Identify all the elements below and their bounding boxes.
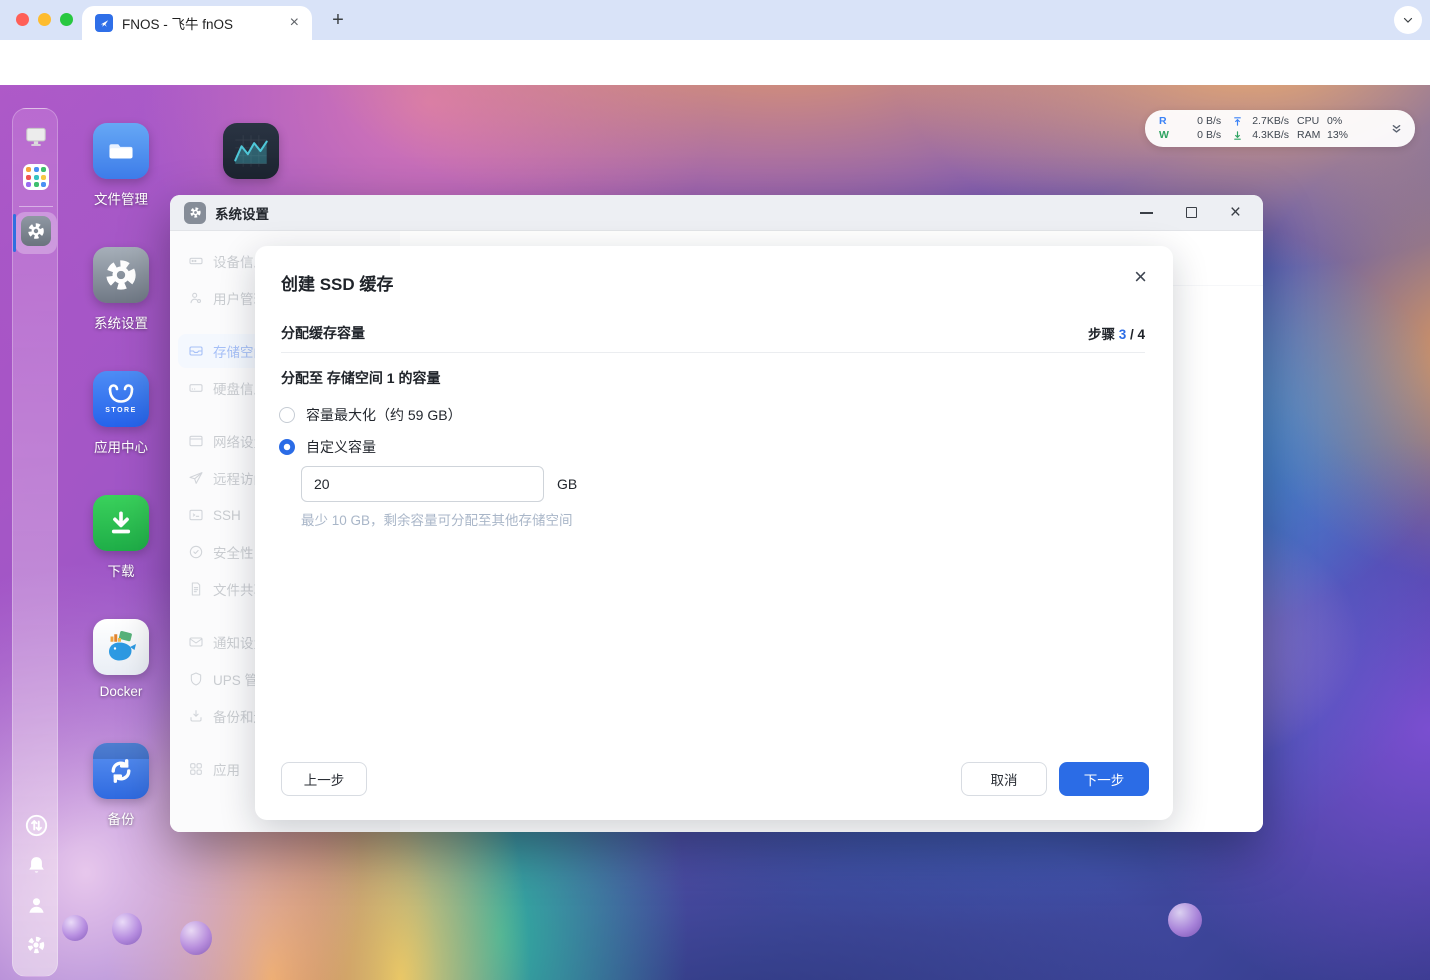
app-label: 应用中心 xyxy=(94,440,148,455)
capacity-input[interactable] xyxy=(301,466,544,502)
cpu-value: 0% xyxy=(1327,115,1343,127)
wallpaper-bubble xyxy=(1168,903,1202,937)
dock-desktop-button[interactable] xyxy=(20,120,52,152)
macos-zoom-button[interactable] xyxy=(60,13,73,26)
window-controls: × xyxy=(1139,203,1249,222)
dialog-section-title: 分配缓存容量 xyxy=(281,325,365,341)
window-body: 设备信息 用户管理 存储空间 硬盘信息 xyxy=(170,231,1263,832)
dialog-close-icon[interactable]: × xyxy=(1134,266,1147,288)
write-label: W xyxy=(1159,129,1169,141)
app-label: Docker xyxy=(99,684,143,699)
write-unit: B/s xyxy=(1206,129,1222,141)
read-value: 0 xyxy=(1197,115,1203,127)
desktop-app-files[interactable]: 文件管理 xyxy=(61,123,181,208)
download-speed: 4.3KB/s xyxy=(1252,129,1289,141)
download-arrow-icon xyxy=(1229,130,1245,141)
upload-arrow-icon xyxy=(1229,116,1245,127)
cpu-label: CPU xyxy=(1297,115,1320,127)
cancel-button[interactable]: 取消 xyxy=(961,762,1047,796)
dock-divider xyxy=(19,206,53,207)
desktop-app-settings[interactable]: 系统设置 xyxy=(61,247,181,332)
option-custom-label: 自定义容量 xyxy=(306,439,376,455)
dialog-subsection-title: 分配至 存储空间 1 的容量 xyxy=(281,370,441,386)
wallpaper-bubble xyxy=(180,921,212,955)
store-badge-text: STORE xyxy=(105,407,137,414)
app-grid-icon xyxy=(23,164,49,190)
backup-icon xyxy=(93,743,149,799)
browser-toolbar: 不安全 192.168.9.196:5666 ☆ 有新版 Chrome 可用 xyxy=(0,40,1430,122)
option-max-capacity[interactable]: 容量最大化（约 59 GB） xyxy=(279,405,462,425)
desktop-app-store[interactable]: STORE 应用中心 xyxy=(61,371,181,456)
wallpaper-bubble xyxy=(112,913,142,945)
capacity-unit: GB xyxy=(557,476,578,492)
stats-collapse-icon[interactable] xyxy=(1385,121,1407,136)
dock-notifications-button[interactable] xyxy=(20,849,52,881)
create-ssd-cache-dialog: 创建 SSD 缓存 × 分配缓存容量 步骤 3 / 4 分配至 存储空间 1 的… xyxy=(255,246,1173,820)
window-gear-icon xyxy=(184,201,206,224)
window-titlebar[interactable]: 系统设置 × xyxy=(170,195,1263,231)
fnos-favicon-icon xyxy=(95,14,113,32)
desktop-app-download[interactable]: 下载 xyxy=(61,495,181,580)
write-value: 0 xyxy=(1197,129,1203,141)
browser-window: FNOS - 飞牛 fnOS × + 不安全 192.168.9.196:566… xyxy=(0,0,1430,980)
back-button[interactable]: 上一步 xyxy=(281,762,367,796)
gear-icon xyxy=(21,216,51,246)
window-title: 系统设置 xyxy=(215,206,269,222)
dock-app-grid-button[interactable] xyxy=(20,161,52,193)
next-button[interactable]: 下一步 xyxy=(1059,762,1149,796)
wallpaper-bubble xyxy=(62,915,88,941)
download-icon xyxy=(93,495,149,551)
minimize-icon[interactable] xyxy=(1139,211,1153,214)
option-custom-capacity[interactable]: 自定义容量 xyxy=(279,437,376,457)
browser-tab[interactable]: FNOS - 飞牛 fnOS × xyxy=(82,6,312,40)
radio-unselected-icon[interactable] xyxy=(279,407,295,423)
app-label: 系统设置 xyxy=(94,316,148,331)
upload-speed: 2.7KB/s xyxy=(1252,115,1289,127)
step-total: / 4 xyxy=(1126,327,1145,342)
dialog-title: 创建 SSD 缓存 xyxy=(281,275,394,294)
stats-read-row: R 0 B/s 2.7KB/s CPU 0% xyxy=(1159,115,1385,128)
capacity-hint: 最少 10 GB，剩余容量可分配至其他存储空间 xyxy=(301,513,573,528)
option-max-label: 容量最大化（约 59 GB） xyxy=(306,407,462,423)
maximize-icon[interactable] xyxy=(1185,207,1197,218)
docker-icon xyxy=(93,619,149,675)
desktop-app-docker[interactable]: Docker xyxy=(61,619,181,699)
app-label: 备份 xyxy=(107,812,135,827)
app-center-icon: STORE xyxy=(93,371,149,427)
desktop-app-monitor[interactable] xyxy=(191,123,311,179)
tab-search-chevron-icon[interactable] xyxy=(1394,6,1422,34)
system-settings-window: 系统设置 × 设备信息 用户管理 xyxy=(170,195,1263,832)
system-stats-widget[interactable]: R 0 B/s 2.7KB/s CPU 0% W 0 B/s 4.3KB/s R… xyxy=(1145,110,1415,147)
file-manager-icon xyxy=(93,123,149,179)
resource-monitor-icon xyxy=(223,123,279,179)
read-label: R xyxy=(1159,115,1167,127)
tab-title: FNOS - 飞牛 fnOS xyxy=(122,17,234,32)
tab-strip: FNOS - 飞牛 fnOS × + xyxy=(0,0,1430,40)
app-label: 下载 xyxy=(107,564,135,579)
dock-active-indicator xyxy=(13,214,16,252)
macos-close-button[interactable] xyxy=(16,13,29,26)
macos-minimize-button[interactable] xyxy=(38,13,51,26)
app-label: 文件管理 xyxy=(94,192,148,207)
dock-transfer-button[interactable] xyxy=(20,809,52,841)
desktop-app-backup[interactable]: 备份 xyxy=(61,743,181,828)
close-icon[interactable]: × xyxy=(1230,203,1241,222)
dock-system-settings-button[interactable] xyxy=(20,215,52,247)
ram-value: 13% xyxy=(1327,129,1349,141)
dialog-divider xyxy=(281,352,1145,353)
system-settings-icon xyxy=(93,247,149,303)
dock xyxy=(12,108,58,977)
ram-label: RAM xyxy=(1297,129,1321,141)
new-tab-button[interactable]: + xyxy=(325,7,351,33)
dialog-step-indicator: 步骤 3 / 4 xyxy=(1087,327,1145,342)
dock-user-button[interactable] xyxy=(20,889,52,921)
read-unit: B/s xyxy=(1206,115,1222,127)
stats-rows: R 0 B/s 2.7KB/s CPU 0% W 0 B/s 4.3KB/s R… xyxy=(1159,115,1385,142)
radio-selected-icon[interactable] xyxy=(279,439,295,455)
stats-write-row: W 0 B/s 4.3KB/s RAM 13% xyxy=(1159,129,1385,142)
tab-close-icon[interactable]: × xyxy=(287,14,302,32)
fnos-desktop: 文件管理 系统设置 STORE 应用中心 下载 Docker 备份 R 0 B/… xyxy=(0,85,1430,980)
dock-settings-button[interactable] xyxy=(20,929,52,961)
